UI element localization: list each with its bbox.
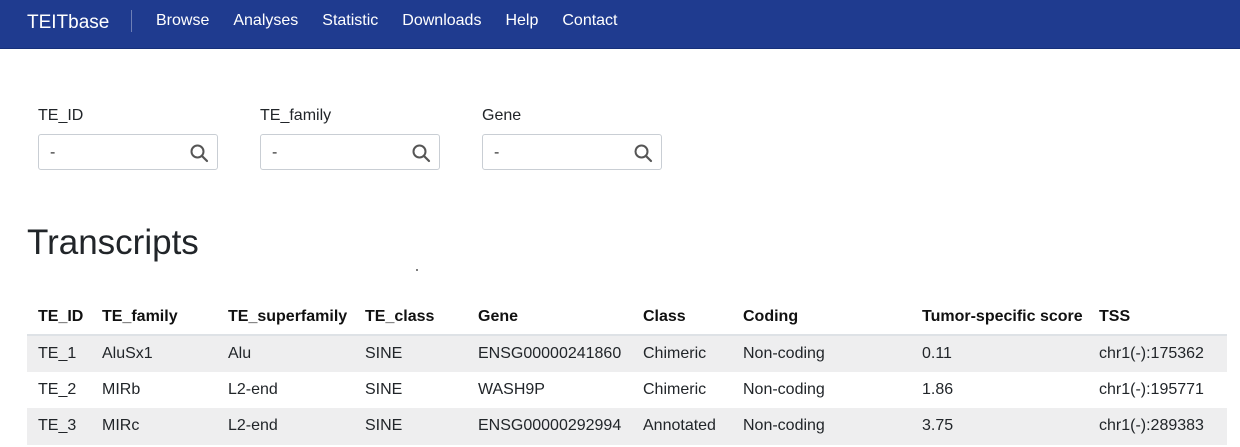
te-family-select[interactable]: - xyxy=(260,134,440,170)
search-icon[interactable] xyxy=(633,143,653,163)
table-cell: WASH9P xyxy=(467,371,632,408)
nav-link-statistic[interactable]: Statistic xyxy=(322,11,378,31)
table-cell: SINE xyxy=(354,335,467,372)
transcripts-table: TE_ID TE_family TE_superfamily TE_class … xyxy=(27,299,1227,445)
table-row: TE_3 MIRc L2-end SINE ENSG00000292994 An… xyxy=(27,408,1227,445)
te-id-link[interactable]: TE_2 xyxy=(27,371,91,408)
filter-gene: Gene - xyxy=(482,106,662,170)
column-header[interactable]: Class xyxy=(632,299,732,336)
table-cell: chr1(-):289383 xyxy=(1088,408,1227,445)
table-cell: ENSG00000241860 xyxy=(467,335,632,372)
filter-label: TE_ID xyxy=(38,107,84,124)
table-cell: L2-end xyxy=(217,371,354,408)
table-cell: chr1(-):175362 xyxy=(1088,335,1227,372)
table-cell: Alu xyxy=(217,335,354,372)
top-navbar: TEITbase Browse Analyses Statistic Downl… xyxy=(0,0,1240,49)
table-cell: chr1(-):195771 xyxy=(1088,371,1227,408)
column-header[interactable]: TE_family xyxy=(91,299,217,336)
te-id-link[interactable]: TE_3 xyxy=(27,408,91,445)
search-icon[interactable] xyxy=(411,143,431,163)
table-cell: 3.75 xyxy=(911,408,1088,445)
nav-divider xyxy=(131,10,132,32)
gene-select[interactable]: - xyxy=(482,134,662,170)
nav-link-contact[interactable]: Contact xyxy=(562,11,617,31)
filter-te-family: TE_family - xyxy=(260,106,440,170)
nav-link-help[interactable]: Help xyxy=(505,11,538,31)
column-header[interactable]: Coding xyxy=(732,299,911,336)
table-cell: 0.11 xyxy=(911,335,1088,372)
table-cell: Non-coding xyxy=(732,335,911,372)
search-icon[interactable] xyxy=(189,143,209,163)
table-cell: SINE xyxy=(354,408,467,445)
te-id-link[interactable]: TE_1 xyxy=(27,335,91,372)
filter-value: - xyxy=(50,144,56,161)
table-cell: SINE xyxy=(354,371,467,408)
table-cell: Non-coding xyxy=(732,408,911,445)
loading-dot xyxy=(416,269,418,271)
table-row: TE_2 MIRb L2-end SINE WASH9P Chimeric No… xyxy=(27,371,1227,408)
filter-value: - xyxy=(272,144,278,161)
filter-te-id: TE_ID - xyxy=(38,106,218,170)
table-cell: ENSG00000292994 xyxy=(467,408,632,445)
table-header-row: TE_ID TE_family TE_superfamily TE_class … xyxy=(27,299,1227,336)
column-header[interactable]: TSS xyxy=(1088,299,1227,336)
filter-label: Gene xyxy=(482,107,522,124)
nav-link-downloads[interactable]: Downloads xyxy=(402,11,481,31)
table-cell: L2-end xyxy=(217,408,354,445)
te-family-link[interactable]: AluSx1 xyxy=(91,335,217,372)
te-family-link[interactable]: MIRc xyxy=(91,408,217,445)
page-title: Transcripts xyxy=(27,223,199,262)
column-header[interactable]: TE_class xyxy=(354,299,467,336)
te-family-link[interactable]: MIRb xyxy=(91,371,217,408)
nav-link-browse[interactable]: Browse xyxy=(156,11,209,31)
table-cell: Annotated xyxy=(632,408,732,445)
filter-label: TE_family xyxy=(260,107,332,124)
nav-links: Browse Analyses Statistic Downloads Help… xyxy=(156,11,642,31)
table-cell: 1.86 xyxy=(911,371,1088,408)
table-cell: Chimeric xyxy=(632,371,732,408)
te-id-select[interactable]: - xyxy=(38,134,218,170)
table-row: TE_1 AluSx1 Alu SINE ENSG00000241860 Chi… xyxy=(27,335,1227,372)
table-cell: Non-coding xyxy=(732,371,911,408)
filter-value: - xyxy=(494,144,500,161)
brand-logo[interactable]: TEITbase xyxy=(27,11,109,35)
nav-link-analyses[interactable]: Analyses xyxy=(233,11,298,31)
column-header[interactable]: TE_superfamily xyxy=(217,299,354,336)
column-header[interactable]: TE_ID xyxy=(27,299,91,336)
column-header[interactable]: Tumor-specific score xyxy=(911,299,1088,336)
column-header[interactable]: Gene xyxy=(467,299,632,336)
table-cell: Chimeric xyxy=(632,335,732,372)
